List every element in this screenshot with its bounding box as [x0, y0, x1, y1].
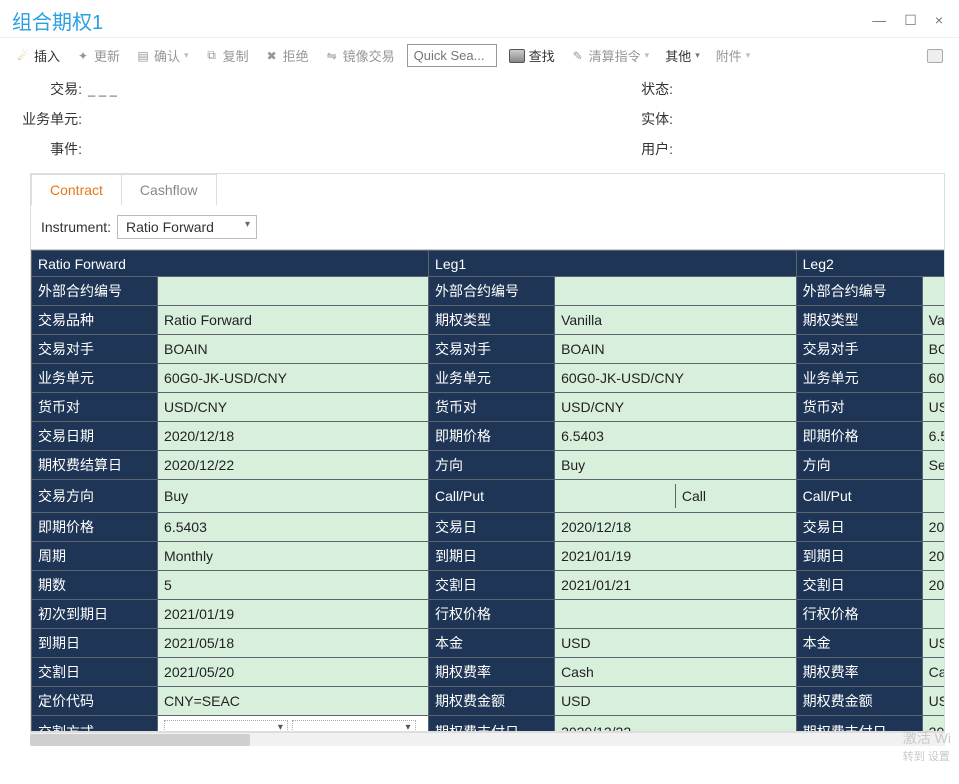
- entity-label: 实体:: [629, 109, 679, 129]
- event-label: 事件:: [0, 139, 88, 159]
- title-bar: 组合期权1 — ☐ ×: [0, 0, 959, 38]
- trade-label: 交易:: [0, 79, 88, 99]
- confirm-icon: ▤: [136, 49, 150, 63]
- insert-icon: ☄: [16, 49, 30, 63]
- main-label: 外部合约编号: [32, 277, 158, 306]
- printer-icon: [927, 49, 943, 63]
- info-region: 交易: _ _ _ 业务单元: 事件: 状态: 实体: 用户:: [0, 73, 959, 169]
- attach-button: 附件 ▾: [712, 44, 755, 67]
- insert-button[interactable]: ☄ 插入: [12, 44, 64, 67]
- sheet-panel: Contract Cashflow Instrument: Ratio Forw…: [30, 173, 945, 732]
- clear-icon: ✎: [571, 49, 585, 63]
- other-button[interactable]: 其他 ▾: [661, 44, 704, 67]
- tab-cashflow[interactable]: Cashflow: [121, 174, 217, 205]
- instrument-label: Instrument:: [41, 219, 111, 235]
- update-icon: ✦: [76, 49, 90, 63]
- confirm-button: ▤ 确认 ▾: [132, 44, 193, 67]
- mirror-icon: ⇋: [325, 49, 339, 63]
- header-leg2: Leg2: [796, 251, 944, 277]
- callput-split[interactable]: Call: [555, 480, 797, 513]
- mirror-button: ⇋ 镜像交易: [321, 44, 399, 67]
- find-button[interactable]: 查找: [505, 44, 559, 67]
- grid-scroll[interactable]: Ratio Forward Leg1 Leg2 外部合约编号 外部合约编号 外部…: [31, 249, 944, 731]
- tab-strip: Contract Cashflow: [31, 174, 944, 205]
- windows-watermark: 激活 Wi 转到 设置: [903, 728, 951, 764]
- clear-button: ✎ 清算指令 ▾: [567, 44, 654, 67]
- trade-value: _ _ _: [88, 82, 117, 97]
- minimize-button[interactable]: —: [868, 12, 890, 29]
- leg-label: 外部合约编号: [796, 277, 922, 306]
- close-button[interactable]: ×: [931, 12, 947, 29]
- tab-contract[interactable]: Contract: [31, 174, 122, 205]
- copy-button: ⧉ 复制: [201, 44, 253, 67]
- window-controls: — ☐ ×: [868, 12, 947, 29]
- toolbar: ☄ 插入 ✦ 更新 ▤ 确认 ▾ ⧉ 复制 ✖ 拒绝 ⇋ 镜像交易 查找 ✎ 清…: [0, 38, 959, 73]
- bu-label: 业务单元:: [0, 109, 88, 129]
- scrollbar-thumb[interactable]: [30, 734, 250, 746]
- settlement-mode-dropdown-a[interactable]: [164, 720, 288, 731]
- instrument-select[interactable]: Ratio Forward: [117, 215, 257, 239]
- reject-icon: ✖: [265, 49, 279, 63]
- main-value[interactable]: [158, 277, 429, 306]
- settlement-mode-cell[interactable]: Full Netting ➤: [158, 716, 429, 732]
- print-button[interactable]: [923, 47, 947, 65]
- leg2-value[interactable]: [922, 277, 944, 306]
- leg1-value[interactable]: [555, 277, 797, 306]
- leg-label: 外部合约编号: [429, 277, 555, 306]
- maximize-button[interactable]: ☐: [900, 12, 921, 29]
- update-button: ✦ 更新: [72, 44, 124, 67]
- contract-grid: Ratio Forward Leg1 Leg2 外部合约编号 外部合约编号 外部…: [31, 250, 944, 731]
- quick-search-input[interactable]: [407, 44, 497, 67]
- horizontal-scrollbar[interactable]: [30, 732, 945, 746]
- settlement-mode-dropdown-b[interactable]: [292, 720, 416, 731]
- header-leg1: Leg1: [429, 251, 797, 277]
- reject-button: ✖ 拒绝: [261, 44, 313, 67]
- header-main: Ratio Forward: [32, 251, 429, 277]
- binoculars-icon: [509, 49, 525, 63]
- user-label: 用户:: [629, 139, 679, 159]
- copy-icon: ⧉: [205, 49, 219, 63]
- status-label: 状态:: [629, 79, 679, 99]
- window-title: 组合期权1: [12, 6, 103, 35]
